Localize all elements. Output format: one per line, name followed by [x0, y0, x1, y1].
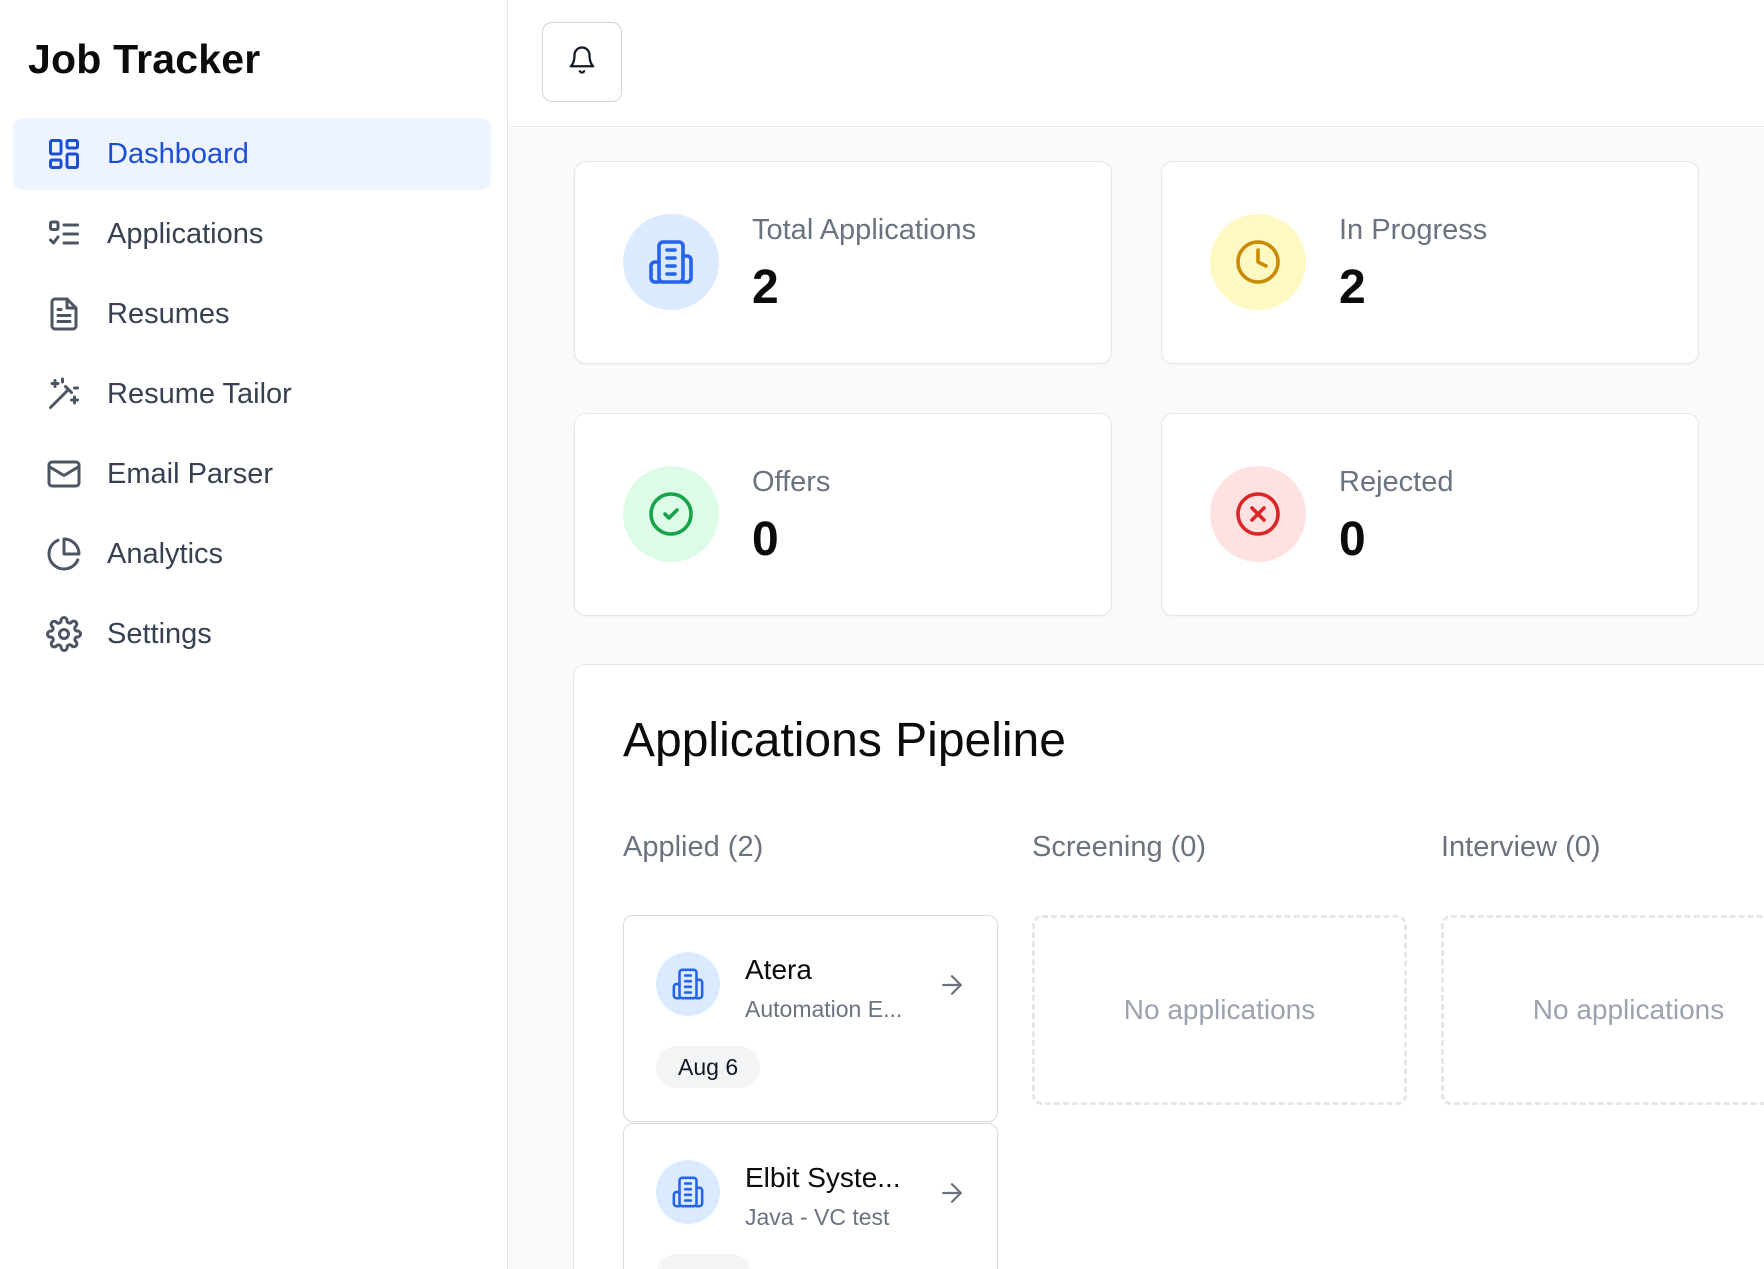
empty-column-interview: No applications	[1441, 915, 1764, 1105]
sidebar-item-label: Resume Tailor	[107, 377, 292, 410]
dashboard-main: Total Applications 2 In Progress 2 Offer…	[509, 128, 1764, 1269]
app-title: Job Tracker	[28, 36, 261, 82]
stat-label: In Progress	[1339, 214, 1488, 246]
stat-label: Rejected	[1339, 466, 1454, 498]
application-card[interactable]: Atera Automation E... Aug 6	[623, 915, 998, 1122]
stat-value: 2	[752, 261, 779, 314]
pipeline-title: Applications Pipeline	[623, 714, 1066, 767]
sidebar-item-label: Settings	[107, 617, 212, 650]
sidebar-item-email-parser[interactable]: Email Parser	[13, 438, 491, 510]
dashboard-grid-icon	[45, 135, 83, 173]
sidebar-item-label: Email Parser	[107, 457, 273, 490]
sidebar-nav: Dashboard Applications Resumes Resume Ta…	[13, 118, 491, 678]
application-company: Elbit Syste...	[745, 1162, 901, 1193]
building-icon	[656, 1160, 720, 1224]
application-date-badge	[656, 1254, 752, 1269]
sidebar-item-resumes[interactable]: Resumes	[13, 278, 491, 350]
application-role: Automation E...	[745, 996, 903, 1022]
column-title-applied: Applied (2)	[623, 831, 764, 863]
topbar	[509, 0, 1764, 127]
magic-wand-icon	[45, 375, 83, 413]
empty-column-screening: No applications	[1032, 915, 1407, 1105]
application-card[interactable]: Elbit Syste... Java - VC test	[623, 1123, 998, 1269]
sidebar-item-dashboard[interactable]: Dashboard	[13, 118, 491, 190]
gear-icon	[45, 615, 83, 653]
stat-value: 2	[1339, 261, 1366, 314]
column-title-screening: Screening (0)	[1032, 831, 1207, 863]
sidebar-item-label: Applications	[107, 217, 264, 250]
document-icon	[45, 295, 83, 333]
stat-label: Total Applications	[752, 214, 977, 246]
mail-icon	[45, 455, 83, 493]
x-circle-icon	[1210, 466, 1306, 562]
applications-pipeline: Applications Pipeline Applied (2) Screen…	[573, 664, 1764, 1269]
sidebar-item-analytics[interactable]: Analytics	[13, 518, 491, 590]
column-title-interview: Interview (0)	[1441, 831, 1601, 863]
sidebar-item-label: Dashboard	[107, 137, 249, 170]
notifications-button[interactable]	[542, 22, 622, 102]
stat-card-offers[interactable]: Offers 0	[574, 413, 1112, 616]
sidebar-item-label: Resumes	[107, 297, 230, 330]
application-date-badge: Aug 6	[656, 1046, 761, 1088]
stat-card-total-applications[interactable]: Total Applications 2	[574, 161, 1112, 364]
building-icon	[623, 214, 719, 310]
app-root: Job Tracker Dashboard Applications Resum…	[0, 0, 1764, 1269]
clock-icon	[1210, 214, 1306, 310]
list-checks-icon	[45, 215, 83, 253]
arrow-right-icon[interactable]	[937, 1178, 967, 1208]
sidebar-item-label: Analytics	[107, 537, 224, 570]
stat-label: Offers	[752, 466, 831, 498]
sidebar-item-applications[interactable]: Applications	[13, 198, 491, 270]
building-icon	[656, 952, 720, 1016]
stat-value: 0	[752, 513, 779, 566]
sidebar: Job Tracker Dashboard Applications Resum…	[0, 0, 508, 1269]
stat-card-in-progress[interactable]: In Progress 2	[1161, 161, 1699, 364]
check-circle-icon	[623, 466, 719, 562]
stat-card-rejected[interactable]: Rejected 0	[1161, 413, 1699, 616]
sidebar-item-resume-tailor[interactable]: Resume Tailor	[13, 358, 491, 430]
arrow-right-icon[interactable]	[937, 970, 967, 1000]
bell-icon	[567, 45, 597, 80]
application-company: Atera	[745, 954, 812, 985]
sidebar-item-settings[interactable]: Settings	[13, 598, 491, 670]
application-role: Java - VC test	[745, 1204, 890, 1230]
stat-value: 0	[1339, 513, 1366, 566]
pie-chart-icon	[45, 535, 83, 573]
